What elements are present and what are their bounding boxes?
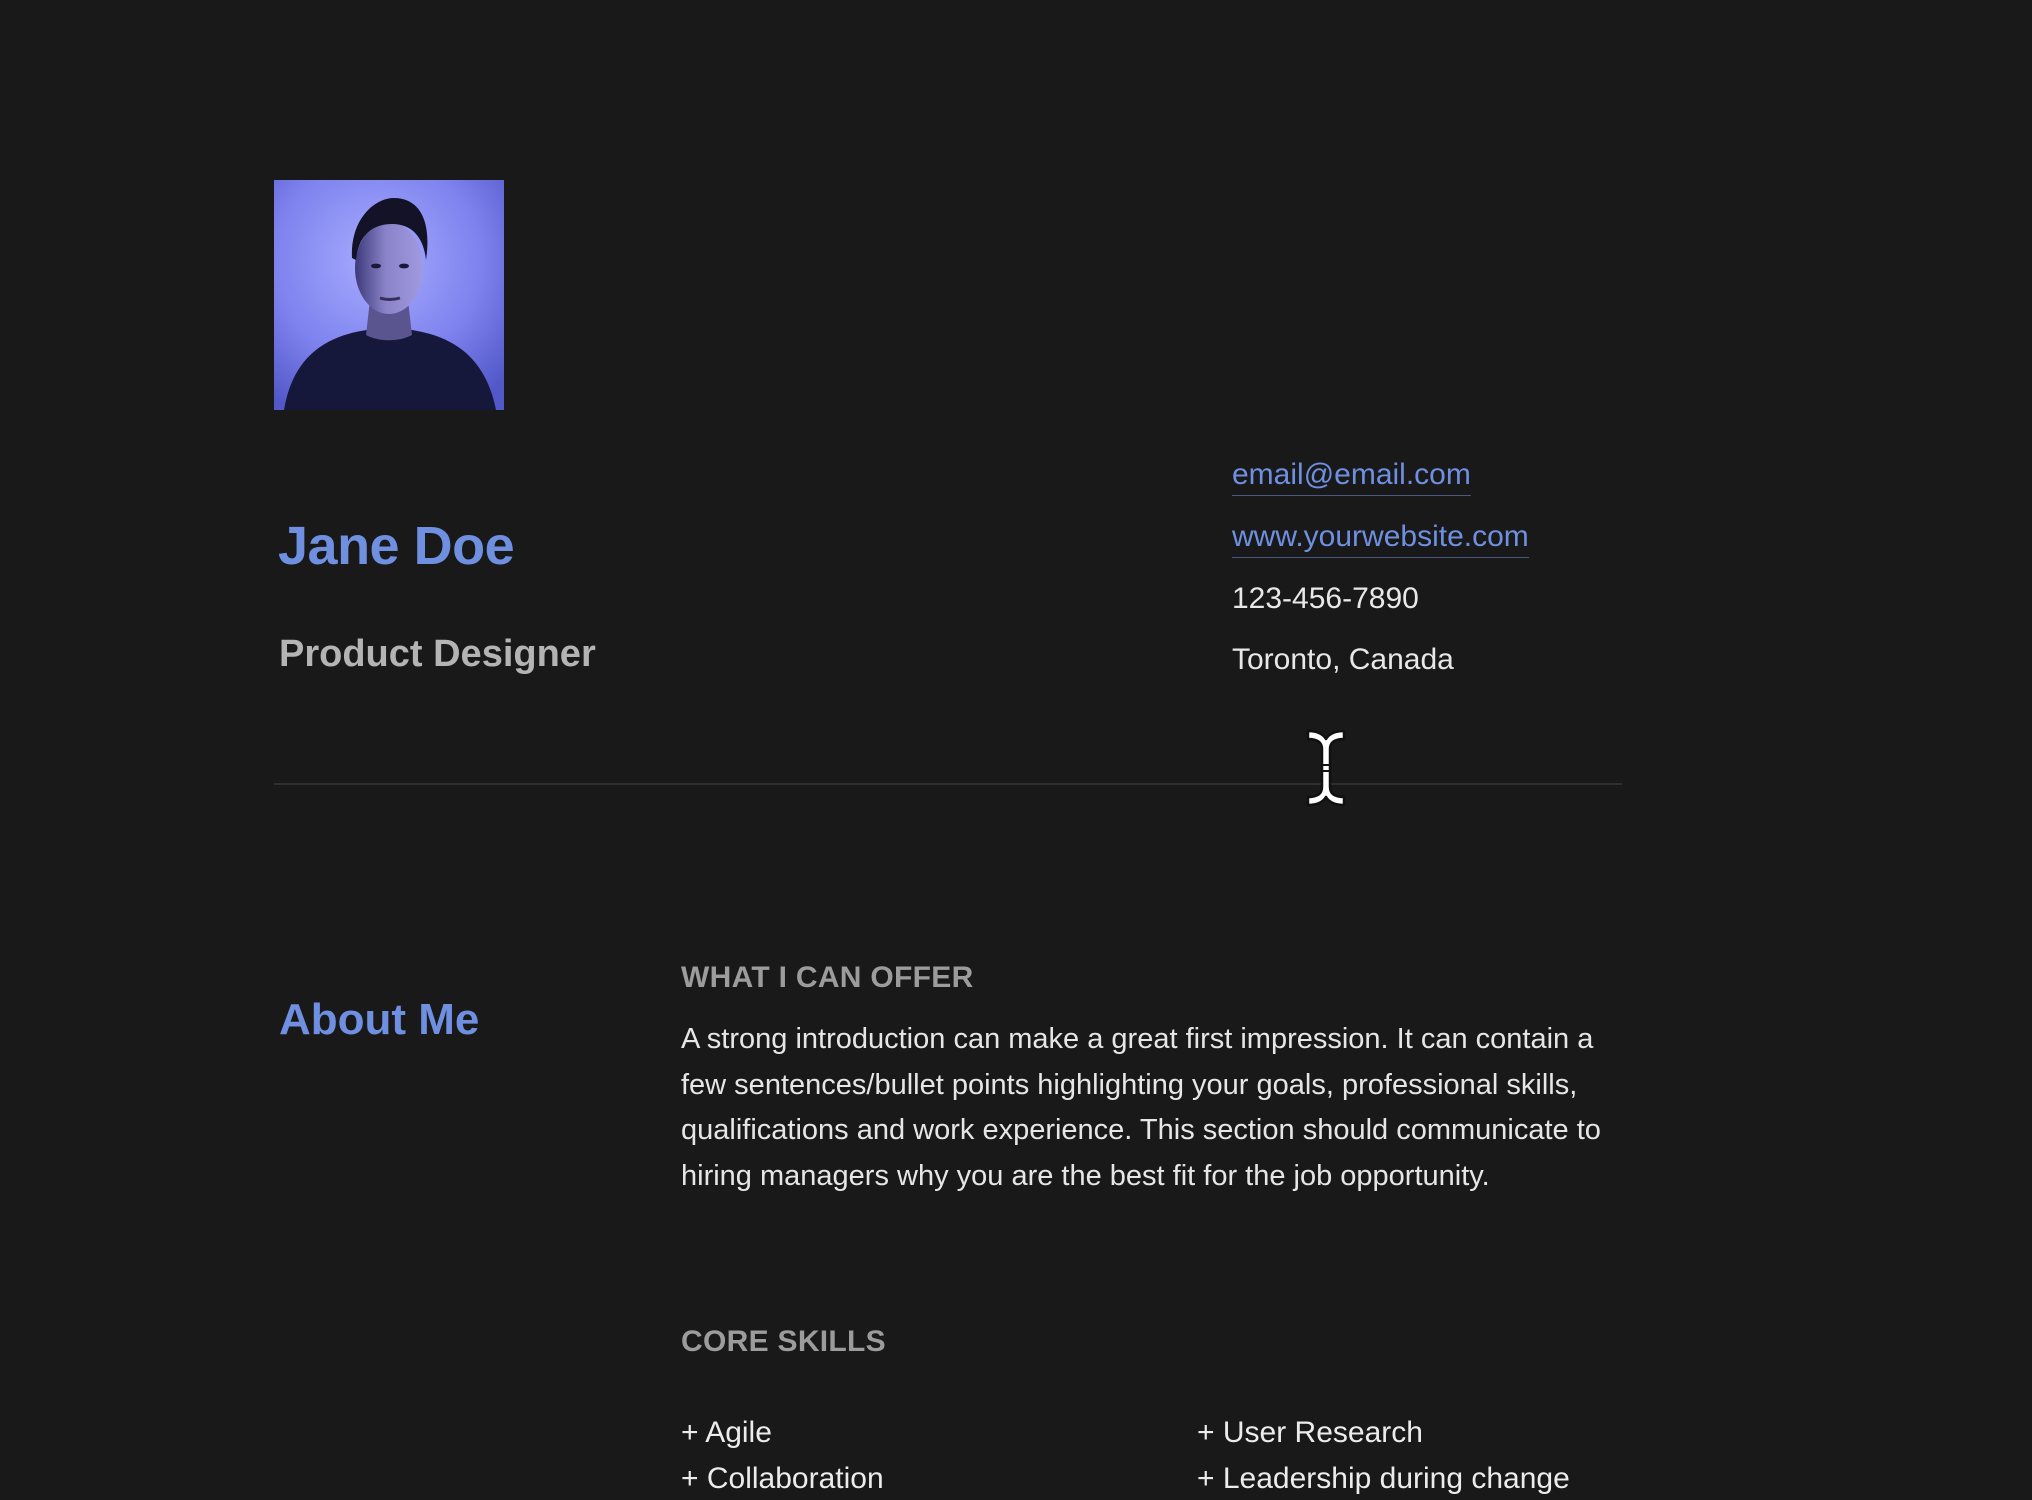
skill-item: + Leadership during change [1197,1462,1570,1495]
portrait-illustration [274,180,504,410]
core-skills-label: CORE SKILLS [681,1325,886,1358]
website-link[interactable]: www.yourwebsite.com [1232,517,1529,558]
email-link[interactable]: email@email.com [1232,455,1471,496]
skill-item: + Collaboration [681,1462,884,1495]
skill-item: + User Research [1197,1416,1423,1449]
contact-block: email@email.com www.yourwebsite.com 123-… [1232,455,1529,701]
candidate-role: Product Designer [279,633,596,675]
candidate-name: Jane Doe [278,516,515,576]
introduction-text: A strong introduction can make a great f… [681,1023,1601,1192]
phone-number: 123-456-7890 [1232,582,1419,615]
section-divider [274,783,1622,785]
what-i-can-offer-label: WHAT I CAN OFFER [681,961,974,994]
skill-item: + Agile [681,1416,772,1449]
text-cursor-icon [1306,729,1346,807]
about-me-heading: About Me [279,995,480,1044]
resume-page: Jane Doe Product Designer email@email.co… [0,0,2032,1500]
core-skills-list: + Agile + User Research + Collaboration … [681,1410,1631,1500]
profile-photo [274,180,504,410]
location: Toronto, Canada [1232,643,1454,676]
